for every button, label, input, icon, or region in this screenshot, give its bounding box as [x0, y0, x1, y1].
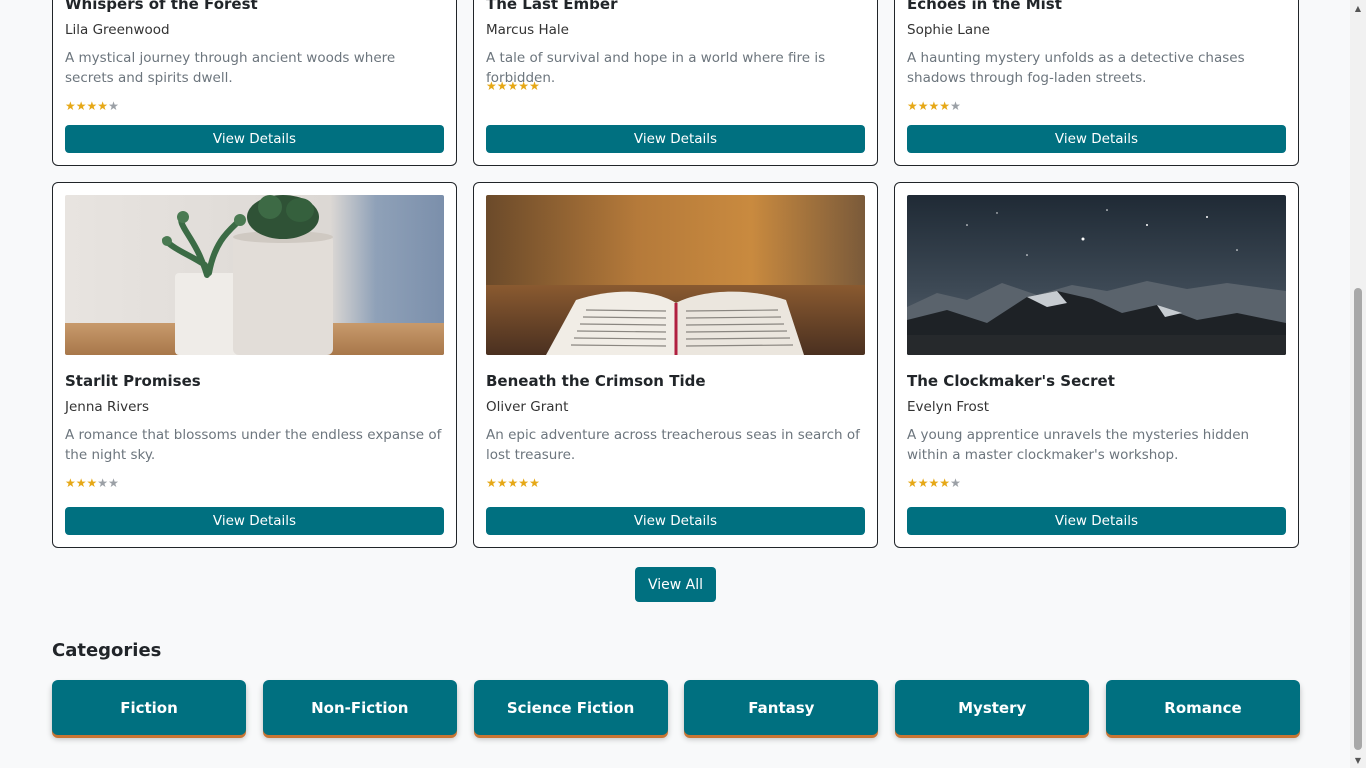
scroll-down-arrow-icon[interactable]: ▼ [1350, 752, 1366, 768]
book-author: Oliver Grant [486, 399, 569, 415]
book-title: The Clockmaker's Secret [907, 372, 1115, 390]
book-title: Beneath the Crimson Tide [486, 372, 706, 390]
star-rating: ★★★★★ [907, 99, 1286, 113]
category-science-fiction[interactable]: Science Fiction [473, 680, 668, 735]
view-details-button[interactable]: View Details [907, 507, 1286, 535]
book-cover-image-open-book [486, 195, 865, 355]
book-author: Sophie Lane [907, 22, 990, 38]
star-filled-icon: ★ [97, 99, 109, 113]
book-card: Whispers of the Forest Lila Greenwood A … [52, 0, 457, 166]
book-title: Starlit Promises [65, 372, 201, 390]
star-empty-icon: ★ [950, 99, 961, 113]
star-filled-icon: ★ [507, 476, 519, 490]
star-filled-icon: ★ [917, 476, 929, 490]
book-grid-top-row: Whispers of the Forest Lila Greenwood A … [52, 0, 1300, 166]
view-all-button[interactable]: View All [635, 567, 716, 602]
star-empty-icon: ★ [108, 99, 119, 113]
star-empty-icon: ★ [108, 476, 119, 490]
vertical-scrollbar[interactable]: ▲ ▼ [1350, 0, 1366, 768]
book-description: A tale of survival and hope in a world w… [486, 50, 826, 86]
book-author: Marcus Hale [486, 22, 569, 38]
category-fiction[interactable]: Fiction [52, 680, 246, 735]
star-rating: ★★★★★ [65, 476, 444, 490]
star-filled-icon: ★ [507, 79, 519, 93]
star-filled-icon: ★ [518, 79, 530, 93]
view-details-button[interactable]: View Details [65, 507, 444, 535]
view-details-button[interactable]: View Details [907, 125, 1286, 153]
star-filled-icon: ★ [496, 79, 508, 93]
star-filled-icon: ★ [907, 99, 918, 113]
star-filled-icon: ★ [939, 99, 951, 113]
view-details-button[interactable]: View Details [65, 125, 444, 153]
book-author: Lila Greenwood [65, 22, 170, 38]
book-card: The Clockmaker's Secret Evelyn Frost A y… [894, 182, 1299, 548]
book-grid-bottom-row: Starlit Promises Jenna Rivers A romance … [52, 182, 1300, 548]
view-details-button[interactable]: View Details [486, 507, 865, 535]
star-filled-icon: ★ [86, 476, 98, 490]
star-rating: ★★★★★ [65, 99, 444, 113]
book-description: A mystical journey through ancient woods… [65, 50, 396, 86]
star-filled-icon: ★ [529, 79, 540, 93]
star-filled-icon: ★ [518, 476, 530, 490]
scroll-up-arrow-icon[interactable]: ▲ [1350, 0, 1366, 16]
category-non-fiction[interactable]: Non-Fiction [262, 680, 457, 735]
book-card: Echoes in the Mist Sophie Lane A hauntin… [894, 0, 1299, 166]
book-cover-image-mountain-night-sky [907, 195, 1286, 355]
star-filled-icon: ★ [917, 99, 929, 113]
book-author: Jenna Rivers [65, 399, 149, 415]
star-filled-icon: ★ [496, 476, 508, 490]
book-description: A haunting mystery unfolds as a detectiv… [907, 50, 1245, 86]
view-details-button[interactable]: View Details [486, 125, 865, 153]
book-card: Beneath the Crimson Tide Oliver Grant An… [473, 182, 878, 548]
book-cover-image-potted-plants [65, 195, 444, 355]
star-filled-icon: ★ [75, 476, 87, 490]
book-title: The Last Ember [486, 0, 618, 13]
categories-heading: Categories [52, 640, 162, 661]
book-title: Echoes in the Mist [907, 0, 1062, 13]
book-card: Starlit Promises Jenna Rivers A romance … [52, 182, 457, 548]
star-filled-icon: ★ [939, 476, 951, 490]
scrollbar-thumb[interactable] [1354, 288, 1362, 750]
star-filled-icon: ★ [928, 99, 940, 113]
star-empty-icon: ★ [97, 476, 109, 490]
category-mystery[interactable]: Mystery [895, 680, 1090, 735]
star-filled-icon: ★ [928, 476, 940, 490]
star-filled-icon: ★ [907, 476, 918, 490]
star-rating: ★★★★★ [907, 476, 1286, 490]
category-romance[interactable]: Romance [1105, 680, 1300, 735]
page-viewport: Whispers of the Forest Lila Greenwood A … [0, 0, 1350, 768]
star-filled-icon: ★ [65, 99, 76, 113]
book-description: A young apprentice unravels the mysterie… [907, 427, 1250, 463]
star-filled-icon: ★ [486, 476, 497, 490]
star-filled-icon: ★ [75, 99, 87, 113]
category-fantasy[interactable]: Fantasy [684, 680, 879, 735]
book-description: An epic adventure across treacherous sea… [486, 427, 860, 463]
star-rating: ★★★★★ [486, 476, 865, 490]
book-description: A romance that blossoms under the endles… [65, 427, 442, 463]
book-title: Whispers of the Forest [65, 0, 258, 13]
book-card: The Last Ember Marcus Hale A tale of sur… [473, 0, 878, 166]
book-author: Evelyn Frost [907, 399, 990, 415]
star-filled-icon: ★ [529, 476, 540, 490]
star-empty-icon: ★ [950, 476, 961, 490]
star-filled-icon: ★ [65, 476, 76, 490]
category-list: Fiction Non-Fiction Science Fiction Fant… [52, 680, 1300, 735]
star-filled-icon: ★ [486, 79, 497, 93]
star-filled-icon: ★ [86, 99, 98, 113]
